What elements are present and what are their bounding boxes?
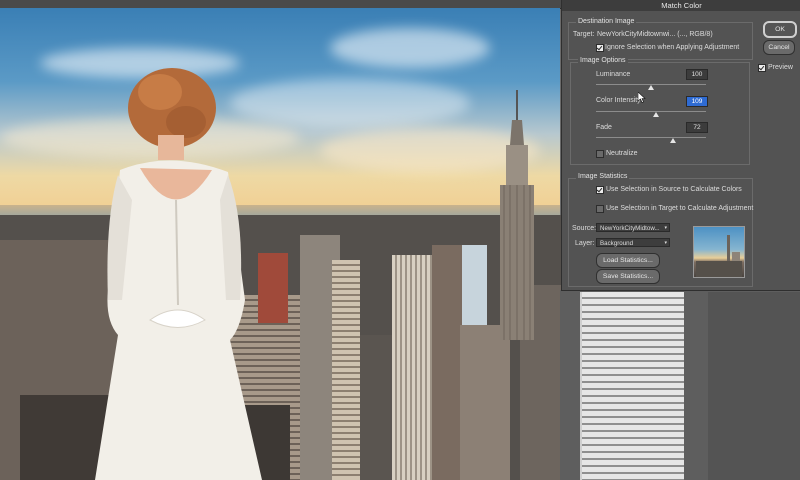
fade-slider-thumb[interactable]: [670, 138, 676, 143]
luminance-field[interactable]: 100: [686, 69, 708, 80]
chevron-down-icon: ▾: [664, 225, 667, 231]
load-statistics-button[interactable]: Load Statistics...: [596, 253, 660, 268]
image-options-heading: Image Options: [578, 57, 628, 64]
source-dropdown-value: NewYorkCityMidtow...: [600, 225, 660, 232]
workspace-column: [708, 292, 800, 480]
layer-label: Layer:: [575, 240, 595, 247]
luminance-slider-thumb[interactable]: [648, 85, 654, 90]
save-statistics-button[interactable]: Save Statistics...: [596, 269, 660, 284]
color-intensity-slider[interactable]: [596, 111, 706, 112]
fade-slider[interactable]: [596, 137, 706, 138]
layer-dropdown-value: Background: [600, 240, 634, 247]
empire-state-building: [500, 90, 534, 340]
fade-label: Fade: [596, 124, 612, 131]
source-thumbnail: [693, 226, 745, 278]
use-source-selection-checkbox[interactable]: [596, 186, 604, 194]
arrow-cursor-icon: [638, 92, 646, 103]
cancel-button[interactable]: Cancel: [763, 40, 795, 55]
target-value: NewYorkCityMidtownwi... (..., RGB/8): [597, 31, 713, 38]
match-color-dialog: Match Color Destination Image Target: Ne…: [561, 0, 800, 291]
target-label: Target:: [573, 31, 595, 38]
layer-dropdown[interactable]: Background ▾: [596, 238, 670, 247]
color-intensity-slider-thumb[interactable]: [653, 112, 659, 117]
destination-heading: Destination Image: [576, 18, 637, 25]
color-intensity-field[interactable]: 109: [686, 96, 708, 107]
use-source-selection-label: Use Selection in Source to Calculate Col…: [606, 186, 742, 193]
ignore-selection-label: Ignore Selection when Applying Adjustmen…: [605, 44, 740, 51]
foreground-tower: [580, 292, 684, 480]
bride-figure: [95, 68, 262, 480]
destination-image-group: [568, 22, 753, 60]
source-dropdown[interactable]: NewYorkCityMidtow... ▾: [596, 223, 670, 232]
color-intensity-label: Color Intensity: [596, 97, 641, 104]
preview-label: Preview: [768, 64, 793, 71]
ok-button[interactable]: OK: [763, 21, 797, 38]
chevron-down-icon: ▾: [664, 240, 667, 246]
neutralize-label: Neutralize: [606, 150, 638, 157]
ignore-selection-checkbox[interactable]: [596, 44, 604, 52]
neutralize-checkbox[interactable]: [596, 150, 604, 158]
image-statistics-heading: Image Statistics: [576, 173, 630, 180]
fade-field[interactable]: 72: [686, 122, 708, 133]
use-target-selection-label: Use Selection in Target to Calculate Adj…: [606, 205, 754, 212]
use-target-selection-checkbox[interactable]: [596, 205, 604, 213]
source-label: Source:: [572, 225, 597, 232]
luminance-label: Luminance: [596, 71, 631, 78]
dialog-title: Match Color: [562, 0, 800, 11]
preview-checkbox[interactable]: [758, 64, 766, 72]
